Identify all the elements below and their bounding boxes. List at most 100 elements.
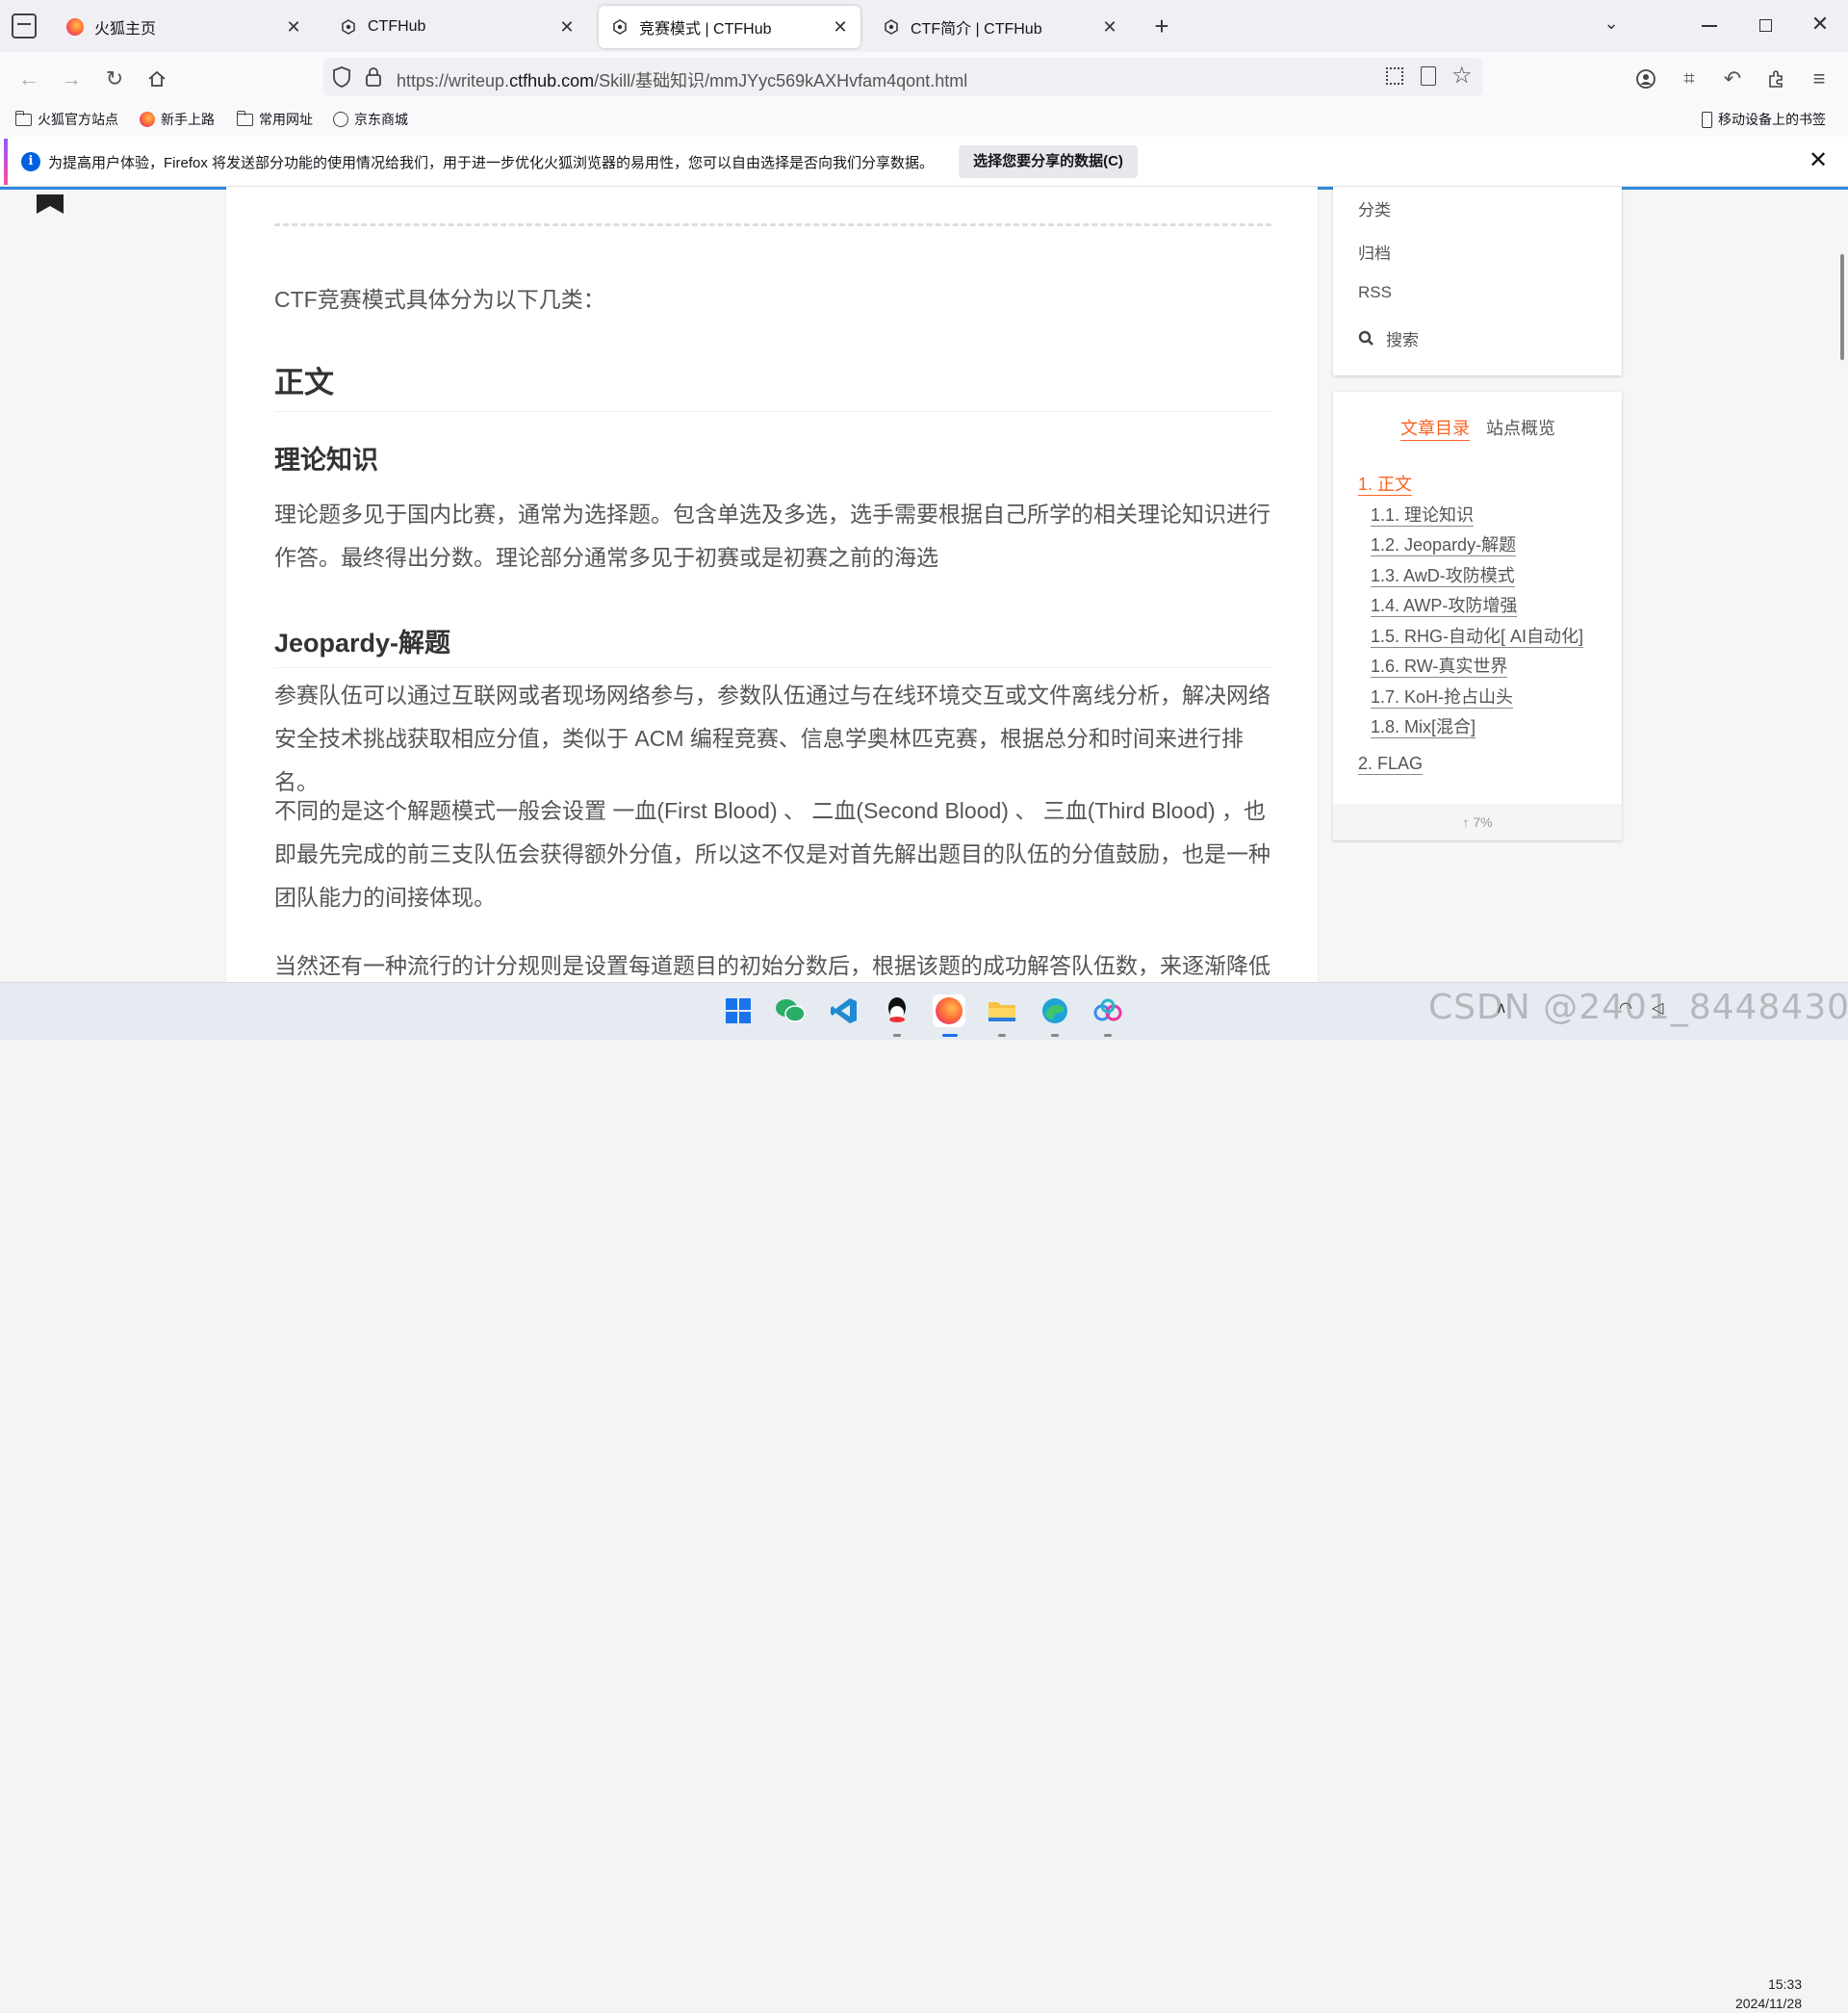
heading-jeopardy: Jeopardy-解题 [274, 622, 1271, 668]
menu-icon[interactable]: ≡ [1804, 64, 1835, 94]
new-tab-button[interactable]: + [1147, 12, 1176, 40]
telemetry-notification: i 为提高用户体验，Firefox 将发送部分功能的使用情况给我们，用于进一步优… [0, 137, 1848, 187]
url-text[interactable]: https://writeup.ctfhub.com/Skill/基础知识/mm… [397, 67, 967, 92]
notification-accent [4, 139, 8, 185]
file-explorer-icon[interactable] [986, 994, 1018, 1027]
back-button[interactable]: ← [13, 64, 44, 94]
url-scheme: https://writeup. [397, 71, 510, 90]
app-active-indicator [942, 1034, 958, 1037]
search-icon [1358, 330, 1373, 346]
undo-icon[interactable]: ↶ [1717, 64, 1748, 94]
screenshot-icon[interactable]: ⌗ [1674, 64, 1705, 94]
toc-tab-active[interactable]: 文章目录 [1400, 417, 1470, 441]
forward-button[interactable]: → [56, 64, 87, 94]
ctfhub-icon [339, 17, 358, 37]
bookmarks-toolbar: 火狐官方站点 新手上路 常用网址 京东商城 移动设备上的书签 [0, 104, 1848, 137]
qq-icon[interactable] [881, 994, 913, 1027]
toc-item[interactable]: 1.5. RHG-自动化[ AI自动化] [1371, 626, 1584, 648]
vscode-icon[interactable] [828, 994, 860, 1027]
ctfhub-icon [882, 17, 901, 37]
tab-title: CTFHub [368, 18, 426, 35]
close-icon[interactable]: ✕ [556, 16, 578, 38]
tab-title: 火狐主页 [94, 21, 157, 38]
bookmark-label: 移动设备上的书签 [1718, 112, 1826, 127]
arrow-up-icon: ↑ [1462, 814, 1474, 830]
choose-data-button[interactable]: 选择您要分享的数据(C) [959, 145, 1138, 178]
home-button[interactable] [141, 64, 172, 94]
firefox-taskbar-icon[interactable] [933, 994, 965, 1027]
toc-item[interactable]: 1.6. RW-真实世界 [1371, 656, 1508, 678]
toc-item[interactable]: 2. FLAG [1358, 753, 1424, 775]
page-viewport: CTF竞赛模式具体分为以下几类： 正文 理论知识 理论题多见于国内比赛，通常为选… [0, 187, 1848, 982]
heading-theory: 理论知识 [274, 446, 378, 475]
tab-list-icon[interactable] [12, 13, 37, 39]
bookmark-label: 火狐官方站点 [38, 112, 118, 127]
toc-item[interactable]: 1.8. Mix[混合] [1371, 716, 1476, 738]
tab-bar: 火狐主页 ✕ CTFHub ✕ 竞赛模式 | CTFHub ✕ CTF简介 | … [0, 0, 1848, 52]
bookmark-star-icon[interactable]: ☆ [1451, 62, 1473, 90]
reload-button[interactable]: ↻ [99, 64, 130, 94]
close-icon[interactable]: ✕ [283, 16, 304, 38]
close-icon[interactable]: ✕ [1099, 16, 1120, 38]
toc-item[interactable]: 1.7. KoH-抢占山头 [1371, 686, 1514, 709]
list-all-tabs-icon[interactable]: ⌄ [1600, 13, 1623, 37]
menu-item-rss[interactable]: RSS [1358, 283, 1392, 302]
paragraph-theory: 理论题多见于国内比赛，通常为选择题。包含单选及多选，选手需要根据自己所学的相关理… [274, 502, 1270, 570]
system-clock[interactable]: 15:33 2024/11/28 [1713, 1974, 1802, 2013]
close-window-button[interactable]: ✕ [1810, 12, 1831, 37]
page-scrollbar[interactable] [1840, 254, 1844, 360]
toc-item[interactable]: 1.2. Jeopardy-解题 [1371, 534, 1517, 556]
mobile-bookmarks[interactable]: 移动设备上的书签 [1702, 110, 1826, 129]
paragraph-jeopardy-3: 当然还有一种流行的计分规则是设置每道题目的初始分数后，根据该题的成功解答队伍数，… [274, 953, 1271, 978]
app-running-indicator [998, 1034, 1006, 1037]
tab-ctfhub[interactable]: CTFHub ✕ [327, 6, 587, 48]
scroll-progress: 7% [1473, 814, 1493, 830]
tab-ctf-intro[interactable]: CTF简介 | CTFHub ✕ [870, 6, 1130, 48]
bookmark-label: 常用网址 [259, 112, 313, 127]
extensions-icon[interactable] [1760, 64, 1791, 94]
clock-date: 2024/11/28 [1734, 1996, 1802, 2011]
minimize-button[interactable] [1702, 25, 1717, 27]
firefox-icon [140, 112, 155, 127]
info-icon: i [21, 152, 40, 171]
close-icon[interactable]: ✕ [1806, 149, 1831, 174]
folder-icon [15, 110, 32, 126]
bookmark-jd[interactable]: 京东商城 [333, 110, 408, 129]
bookmark-common-sites[interactable]: 常用网址 [237, 110, 313, 129]
globe-icon [333, 112, 348, 127]
article-intro: CTF竞赛模式具体分为以下几类： [274, 287, 605, 312]
tab-competition-mode[interactable]: 竞赛模式 | CTFHub ✕ [599, 6, 860, 48]
account-icon[interactable] [1630, 64, 1661, 94]
shield-icon[interactable] [331, 65, 352, 93]
url-path: /Skill/基础知识/mmJYyc569kAXHvfam4qont.html [594, 71, 968, 90]
menu-item-categories[interactable]: 分类 [1358, 196, 1391, 220]
restore-button[interactable] [1759, 19, 1772, 32]
back-to-top[interactable]: ↑ 7% [1333, 804, 1622, 840]
menu-item-archives[interactable]: 归档 [1358, 240, 1391, 264]
lock-icon[interactable] [364, 65, 383, 93]
toc-item[interactable]: 1. 正文 [1358, 474, 1413, 496]
toc-item[interactable]: 1.3. AwD-攻防模式 [1371, 565, 1515, 587]
tab-list-icon-line [17, 23, 31, 25]
baidu-netdisk-icon[interactable] [1091, 994, 1124, 1027]
url-bar[interactable]: https://writeup.ctfhub.com/Skill/基础知识/mm… [323, 58, 1482, 96]
mobile-icon [1702, 111, 1712, 128]
edge-icon[interactable] [1039, 994, 1071, 1027]
paragraph-jeopardy-1: 参赛队伍可以通过互联网或者现场网络参与，参数队伍通过与在线环境交互或文件离线分析… [274, 683, 1270, 794]
firefox-icon [65, 17, 85, 37]
table-of-contents: 文章目录 站点概览 1. 正文 1.1. 理论知识 1.2. Jeopardy-… [1333, 392, 1622, 840]
bookmark-label: 京东商城 [354, 112, 408, 127]
close-icon[interactable]: ✕ [830, 16, 851, 38]
bookmark-ribbon-icon[interactable] [35, 194, 65, 214]
bookmark-firefox-official[interactable]: 火狐官方站点 [15, 110, 118, 129]
windows-start-icon[interactable] [722, 994, 755, 1027]
toc-tab-overview[interactable]: 站点概览 [1486, 417, 1555, 440]
menu-item-search[interactable]: 搜索 [1358, 326, 1419, 350]
reader-view-icon[interactable] [1421, 66, 1436, 86]
bookmark-getting-started[interactable]: 新手上路 [140, 110, 215, 129]
toc-item[interactable]: 1.1. 理论知识 [1371, 504, 1475, 527]
qr-code-icon[interactable] [1386, 67, 1403, 85]
toc-item[interactable]: 1.4. AWP-攻防增强 [1371, 595, 1518, 617]
wechat-icon[interactable] [774, 994, 807, 1027]
tab-firefox-home[interactable]: 火狐主页 ✕ [54, 6, 314, 48]
